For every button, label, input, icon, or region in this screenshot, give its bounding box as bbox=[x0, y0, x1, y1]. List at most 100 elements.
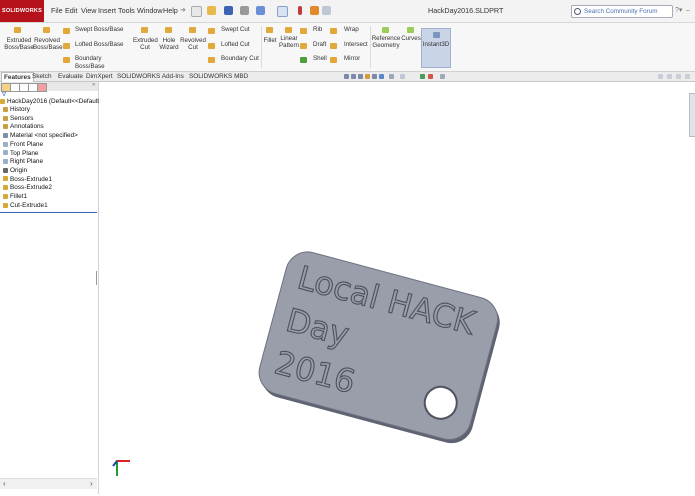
tree-item[interactable]: Material <not specified> bbox=[3, 132, 78, 139]
options-icon[interactable] bbox=[322, 6, 331, 15]
tree-item[interactable]: Front Plane bbox=[3, 141, 43, 148]
hide-show-icon[interactable] bbox=[389, 74, 394, 79]
previous-view-icon[interactable] bbox=[358, 74, 363, 79]
tab-addins[interactable]: SOLIDWORKS Add-Ins bbox=[115, 72, 186, 81]
horizontal-scrollbar[interactable]: ‹ › bbox=[0, 478, 97, 489]
tab-features[interactable]: Features bbox=[1, 72, 34, 82]
undo-icon[interactable] bbox=[256, 6, 265, 15]
open-folder-icon[interactable] bbox=[207, 6, 216, 15]
display-style-icon[interactable] bbox=[379, 74, 384, 79]
minimize-icon[interactable]: – bbox=[686, 5, 690, 17]
scroll-left-icon[interactable]: ‹ bbox=[3, 479, 6, 488]
select-icon[interactable] bbox=[277, 6, 288, 17]
display-manager-tab-icon[interactable] bbox=[37, 83, 47, 92]
wrap-button[interactable]: Wrap bbox=[330, 26, 370, 36]
view-settings-icon[interactable] bbox=[428, 74, 433, 79]
apply-scene-icon[interactable] bbox=[420, 74, 425, 79]
intersect-button[interactable]: Intersect bbox=[330, 41, 370, 51]
hole-wizard-button[interactable]: Hole Wizard bbox=[158, 25, 180, 65]
section-view-icon[interactable] bbox=[365, 74, 370, 79]
tree-item[interactable]: Boss-Extrude1 bbox=[3, 176, 52, 183]
window-maximize-icon[interactable] bbox=[676, 74, 681, 79]
extruded-cut-label-1: Extruded bbox=[133, 37, 158, 44]
pin-icon[interactable]: ➜ bbox=[180, 6, 186, 14]
tree-item[interactable]: Boss-Extrude2 bbox=[3, 184, 52, 191]
print-icon[interactable] bbox=[240, 6, 249, 15]
display-pane-icon[interactable] bbox=[440, 74, 445, 79]
rebuild-icon[interactable] bbox=[310, 6, 319, 15]
swept-boss-button[interactable]: Swept Boss/Base bbox=[61, 26, 131, 36]
menu-file[interactable]: File bbox=[51, 0, 63, 22]
menu-view[interactable]: View bbox=[81, 0, 96, 22]
revolved-boss-label-2: Boss/Base bbox=[33, 44, 63, 52]
expand-panel-icon[interactable]: » bbox=[92, 82, 95, 88]
zoom-area-icon[interactable] bbox=[351, 74, 356, 79]
menu-help[interactable]: Help bbox=[163, 0, 178, 22]
task-pane-tabs[interactable] bbox=[689, 93, 695, 137]
curves-button[interactable]: Curves bbox=[401, 25, 421, 49]
tree-item-label: Material <not specified> bbox=[10, 132, 78, 140]
tree-item[interactable]: Cut-Extrude1 bbox=[3, 202, 48, 209]
menu-insert[interactable]: Insert bbox=[98, 0, 116, 22]
tree-item[interactable]: History bbox=[3, 106, 30, 113]
tree-item[interactable]: Origin bbox=[3, 167, 27, 174]
tab-mbd[interactable]: SOLIDWORKS MBD bbox=[187, 72, 250, 81]
tree-item[interactable]: Fillet1 bbox=[3, 193, 27, 200]
search-input[interactable]: Search Community Forum bbox=[571, 5, 673, 18]
tree-item[interactable]: Annotations bbox=[3, 123, 44, 130]
mirror-button[interactable]: Mirror bbox=[330, 55, 370, 65]
view-orientation-icon[interactable] bbox=[372, 74, 377, 79]
lofted-boss-button[interactable]: Lofted Boss/Base bbox=[61, 41, 131, 51]
extruded-boss-label-1: Extruded bbox=[6, 37, 32, 44]
tab-dimxpert[interactable]: DimXpert bbox=[84, 72, 115, 81]
tree-item[interactable]: Top Plane bbox=[3, 150, 38, 157]
tree-item[interactable]: Right Plane bbox=[3, 158, 43, 165]
scroll-right-icon[interactable]: › bbox=[90, 479, 93, 488]
rollback-bar[interactable] bbox=[0, 212, 97, 213]
revolved-boss-button[interactable]: Revolved Boss/Base bbox=[33, 25, 63, 65]
menu-window[interactable]: Window bbox=[137, 0, 163, 22]
extruded-cut-button[interactable]: Extruded Cut bbox=[133, 25, 158, 65]
edit-appearance-icon[interactable] bbox=[400, 74, 405, 79]
menu-tools[interactable]: Tools bbox=[118, 0, 135, 22]
extruded-boss-button[interactable]: Extruded Boss/Base bbox=[4, 25, 34, 65]
window-tile-icon[interactable] bbox=[658, 74, 663, 79]
tree-item[interactable]: Sensors bbox=[3, 115, 33, 122]
draft-button[interactable]: Draft bbox=[300, 41, 330, 51]
linear-pattern-button[interactable]: Linear Pattern bbox=[278, 25, 300, 57]
rib-button[interactable]: Rib bbox=[300, 26, 330, 36]
lofted-cut-button[interactable]: Lofted Cut bbox=[206, 41, 260, 51]
solidworks-logo[interactable]: SOLIDWORKS bbox=[0, 0, 44, 22]
reference-geometry-button[interactable]: Reference Geometry bbox=[371, 25, 401, 59]
tree-root[interactable]: HackDay2016 (Default<<Default bbox=[0, 98, 99, 105]
shell-button[interactable]: Shell bbox=[300, 55, 330, 65]
window-restore-icon[interactable] bbox=[667, 74, 672, 79]
feature-icon bbox=[3, 159, 8, 164]
title-bar: SOLIDWORKS File Edit View Insert Tools W… bbox=[0, 0, 695, 23]
tree-item-label: Cut-Extrude1 bbox=[10, 201, 48, 209]
feature-icon bbox=[3, 106, 8, 112]
feature-icon bbox=[3, 132, 8, 138]
tab-sketch[interactable]: Sketch bbox=[30, 72, 54, 81]
filter-icon[interactable]: ∇ bbox=[2, 91, 6, 98]
search-placeholder: Search Community Forum bbox=[584, 8, 658, 15]
save-icon[interactable] bbox=[224, 6, 233, 15]
instant3d-button[interactable]: Instant3D bbox=[421, 28, 451, 68]
boundary-cut-button[interactable]: Boundary Cut bbox=[206, 55, 262, 65]
traffic-light-icon[interactable] bbox=[298, 6, 302, 15]
tab-evaluate[interactable]: Evaluate bbox=[56, 72, 85, 81]
revolved-cut-button[interactable]: Revolved Cut bbox=[180, 25, 206, 65]
boundary-cut-icon bbox=[208, 57, 215, 63]
graphics-area[interactable]: Local HACK Day 2016 bbox=[100, 82, 695, 494]
help-icon[interactable]: ?▾ bbox=[675, 5, 682, 17]
fillet-button[interactable]: Fillet bbox=[262, 25, 278, 49]
boundary-cut-label: Boundary Cut bbox=[221, 55, 259, 62]
swept-cut-button[interactable]: Swept Cut bbox=[206, 26, 260, 36]
menu-edit[interactable]: Edit bbox=[65, 0, 77, 22]
new-document-icon[interactable] bbox=[191, 6, 202, 17]
boundary-boss-button[interactable]: Boundary Boss/Base bbox=[61, 55, 131, 70]
lofted-boss-icon bbox=[63, 43, 70, 49]
zoom-to-fit-icon[interactable] bbox=[344, 74, 349, 79]
window-close-icon[interactable] bbox=[685, 74, 690, 79]
curves-icon bbox=[407, 27, 414, 33]
